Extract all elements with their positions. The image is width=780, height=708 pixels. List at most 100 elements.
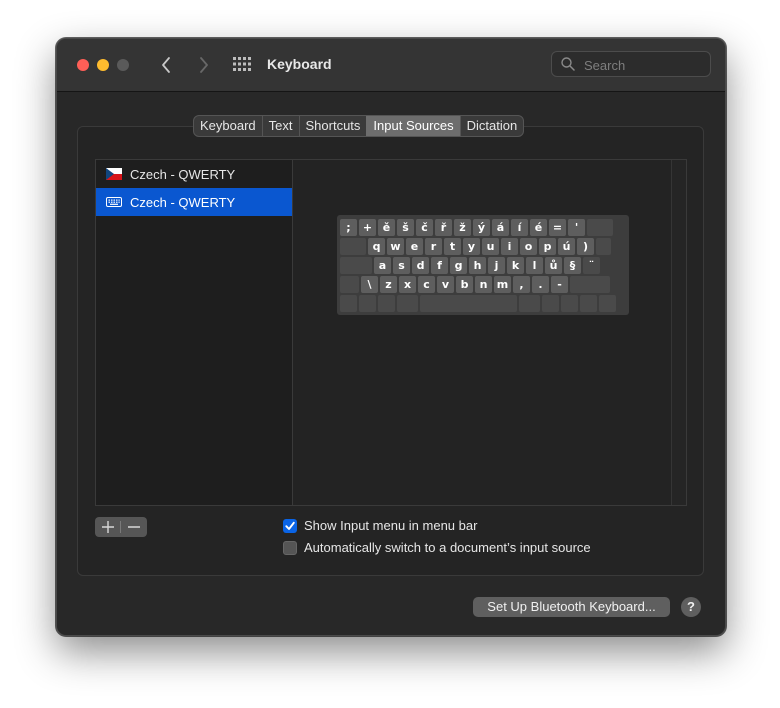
backspace-key	[587, 219, 613, 236]
key: +	[359, 219, 376, 236]
up-down-arrow-keys	[580, 295, 597, 312]
right-shift-key	[570, 276, 610, 293]
key: o	[520, 238, 537, 255]
tab-bar: Keyboard Text Shortcuts Input Sources Di…	[193, 115, 525, 137]
key: t	[444, 238, 461, 255]
source-label: Czech - QWERTY	[130, 166, 236, 182]
key: ě	[378, 219, 395, 236]
caps-lock-key	[340, 257, 372, 274]
setup-bluetooth-keyboard-button[interactable]: Set Up Bluetooth Keyboard...	[473, 597, 670, 617]
key: \	[361, 276, 378, 293]
key: .	[532, 276, 549, 293]
search-input[interactable]	[582, 55, 706, 75]
window-title: Keyboard	[267, 56, 332, 72]
key-row	[340, 295, 626, 312]
tab-input-sources[interactable]: Input Sources	[366, 116, 460, 136]
key: b	[456, 276, 473, 293]
key: c	[418, 276, 435, 293]
tab-dictation[interactable]: Dictation	[459, 116, 524, 136]
left-shift-key	[340, 276, 359, 293]
left-arrow-key	[561, 295, 578, 312]
key: í	[511, 219, 528, 236]
key: w	[387, 238, 404, 255]
minus-icon	[127, 520, 141, 537]
key: j	[488, 257, 505, 274]
key: ů	[545, 257, 562, 274]
key: ž	[454, 219, 471, 236]
key: d	[412, 257, 429, 274]
auto-switch-option[interactable]: Automatically switch to a document’s inp…	[283, 540, 591, 555]
key: p	[539, 238, 556, 255]
forward-arrow-icon[interactable]	[193, 55, 213, 75]
key: l	[526, 257, 543, 274]
key-row: a s d f g h j k l ů § ¨	[340, 257, 626, 274]
space-bar	[420, 295, 517, 312]
show-input-menu-checkbox[interactable]	[283, 518, 297, 533]
show-input-menu-option[interactable]: Show Input menu in menu bar	[283, 518, 477, 533]
title-bar: Keyboard	[57, 39, 725, 92]
key: ř	[435, 219, 452, 236]
key: )	[577, 238, 594, 255]
key: k	[507, 257, 524, 274]
input-sources-list: Czech - QWERTY Czech - QWERTY	[95, 159, 292, 506]
minimize-window-button[interactable]	[97, 59, 109, 71]
tab-shortcuts[interactable]: Shortcuts	[298, 116, 367, 136]
key: ;	[340, 219, 357, 236]
key: g	[450, 257, 467, 274]
key: n	[475, 276, 492, 293]
key: é	[530, 219, 547, 236]
remove-source-button[interactable]	[121, 517, 147, 537]
zoom-window-button[interactable]	[117, 59, 129, 71]
auto-switch-checkbox[interactable]	[283, 540, 297, 555]
tab-keyboard[interactable]: Keyboard	[194, 116, 262, 136]
key-row: ; + ě š č ř ž ý á í é = '	[340, 219, 626, 236]
key: s	[393, 257, 410, 274]
key: á	[492, 219, 509, 236]
source-label: Czech - QWERTY	[130, 194, 236, 210]
key: š	[397, 219, 414, 236]
key: y	[463, 238, 480, 255]
key: '	[568, 219, 585, 236]
key-row: q w e r t y u i o p ú )	[340, 238, 626, 255]
plus-icon	[101, 520, 115, 537]
key: x	[399, 276, 416, 293]
key: a	[374, 257, 391, 274]
key: r	[425, 238, 442, 255]
key: č	[416, 219, 433, 236]
key: ú	[558, 238, 575, 255]
help-button[interactable]: ?	[681, 597, 701, 617]
key-row: \ z x c v b n m , . -	[340, 276, 626, 293]
show-all-grid-icon[interactable]	[233, 57, 251, 71]
key: §	[564, 257, 581, 274]
key: m	[494, 276, 511, 293]
close-window-button[interactable]	[77, 59, 89, 71]
key: ý	[473, 219, 490, 236]
key: ,	[513, 276, 530, 293]
list-item[interactable]: Czech - QWERTY	[96, 188, 292, 216]
key: z	[380, 276, 397, 293]
add-remove-control	[95, 517, 147, 537]
search-field[interactable]	[551, 51, 711, 77]
right-arrow-key	[599, 295, 616, 312]
show-input-menu-label: Show Input menu in menu bar	[304, 518, 478, 533]
keyboard-preferences-window: Keyboard Keyboard Text Shortcuts Input S…	[56, 38, 726, 636]
fn-key	[340, 295, 357, 312]
tab-text[interactable]: Text	[261, 116, 299, 136]
scrollbar[interactable]	[671, 160, 686, 505]
keyboard-icon	[106, 196, 122, 208]
keyboard-preview-pane: ; + ě š č ř ž ý á í é = ' q w e r t y u …	[292, 159, 687, 506]
key: e	[406, 238, 423, 255]
key: =	[549, 219, 566, 236]
czech-flag-icon	[106, 168, 122, 180]
key: ¨	[583, 257, 600, 274]
return-key-top	[596, 238, 611, 255]
keyboard-layout-preview: ; + ě š č ř ž ý á í é = ' q w e r t y u …	[337, 215, 629, 315]
right-option-key	[542, 295, 559, 312]
back-arrow-icon[interactable]	[157, 55, 177, 75]
add-source-button[interactable]	[95, 517, 121, 537]
tab-key	[340, 238, 366, 255]
key: h	[469, 257, 486, 274]
key: u	[482, 238, 499, 255]
list-item[interactable]: Czech - QWERTY	[96, 160, 292, 188]
command-key	[397, 295, 418, 312]
